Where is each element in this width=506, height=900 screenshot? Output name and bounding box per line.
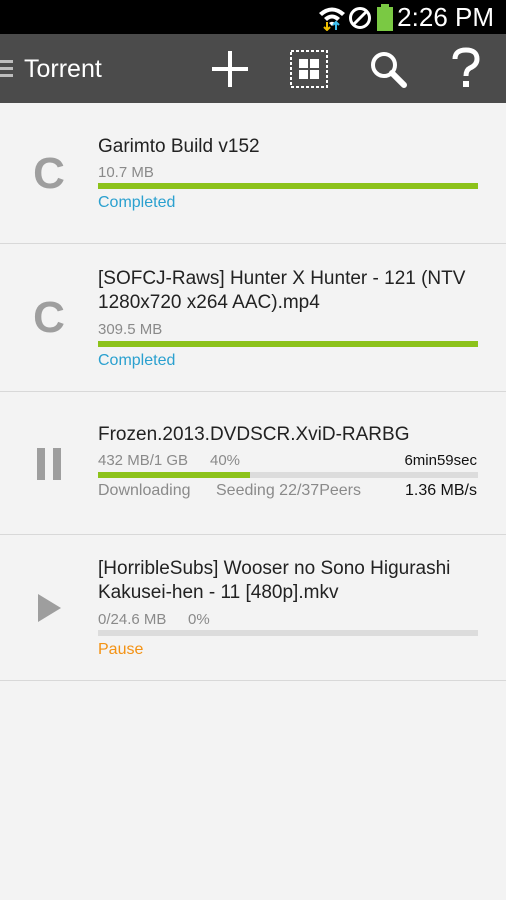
torrent-status: Completed xyxy=(98,352,176,369)
search-icon xyxy=(371,51,407,88)
torrent-size: 309.5 MB xyxy=(98,321,163,338)
torrent-name: [HorribleSubs] Wooser no Sono Higurashi … xyxy=(98,558,451,603)
add-torrent-button[interactable] xyxy=(200,34,260,103)
torrent-row-wooser[interactable]: [HorribleSubs] Wooser no Sono Higurashi … xyxy=(0,535,506,681)
torrent-eta: 6min59sec xyxy=(404,452,477,469)
wifi-icon xyxy=(319,7,345,31)
app-title[interactable]: Torrent xyxy=(24,53,102,85)
torrent-percent: 40% xyxy=(210,452,241,469)
completed-icon[interactable]: C xyxy=(0,103,98,244)
torrent-speed: 1.36 MB/s xyxy=(404,482,477,499)
torrent-size: 10.7 MB xyxy=(98,164,154,181)
torrent-name: Garimto Build v152 xyxy=(98,136,260,157)
torrent-name: Frozen.2013.DVDSCR.XviD-RARBG xyxy=(98,424,410,445)
pause-button[interactable] xyxy=(0,392,98,535)
torrent-status: Downloading xyxy=(98,482,191,499)
pause-icon xyxy=(37,447,61,480)
progress-bar xyxy=(98,630,478,636)
progress-bar xyxy=(98,341,478,347)
torrent-row-hunter[interactable]: C [SOFCJ-Raws] Hunter X Hunter - 121 (NT… xyxy=(0,244,506,392)
torrent-status: Completed xyxy=(98,194,176,211)
torrent-size: 432 MB/1 GB xyxy=(98,452,189,469)
add-icon xyxy=(212,50,248,87)
search-button[interactable] xyxy=(358,34,418,103)
torrent-row-garimto[interactable]: C Garimto Build v152 10.7 MB Completed xyxy=(0,103,506,244)
torrent-list: C Garimto Build v152 10.7 MB Completed C… xyxy=(0,103,506,681)
completed-icon[interactable]: C xyxy=(0,244,98,392)
help-button[interactable] xyxy=(436,34,496,103)
progress-fill xyxy=(98,183,478,189)
progress-bar xyxy=(98,183,478,189)
drawer-indicator[interactable] xyxy=(0,60,13,78)
progress-bar xyxy=(98,472,478,478)
status-bar: 2:26 PM xyxy=(0,0,506,34)
progress-fill xyxy=(98,341,478,347)
select-all-button[interactable] xyxy=(279,34,339,103)
help-icon xyxy=(452,46,480,87)
torrent-size: 0/24.6 MB xyxy=(98,611,167,628)
torrent-percent: 0% xyxy=(188,611,210,628)
play-icon xyxy=(38,594,61,622)
progress-fill xyxy=(98,472,250,478)
select-all-icon xyxy=(290,49,328,88)
clock: 2:26 PM xyxy=(397,2,494,32)
torrent-status: Pause xyxy=(98,641,144,658)
torrent-name: [SOFCJ-Raws] Hunter X Hunter - 121 (NTV … xyxy=(98,268,466,313)
block-icon xyxy=(349,7,371,29)
action-bar: Torrent xyxy=(0,34,506,103)
torrent-seeding: Seeding 22/37Peers xyxy=(216,482,361,499)
torrent-row-frozen[interactable]: Frozen.2013.DVDSCR.XviD-RARBG 432 MB/1 G… xyxy=(0,392,506,535)
battery-icon xyxy=(377,4,393,31)
resume-button[interactable] xyxy=(0,535,98,681)
